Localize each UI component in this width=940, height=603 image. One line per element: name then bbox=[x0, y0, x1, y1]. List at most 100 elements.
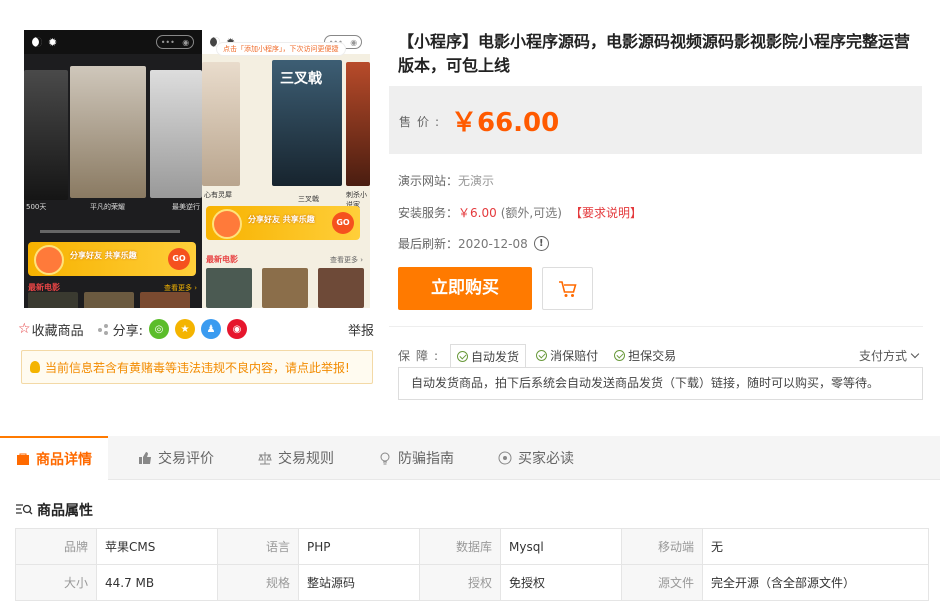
report-link[interactable]: 举报 bbox=[348, 320, 374, 339]
star-icon: ☆ bbox=[18, 321, 31, 337]
lightbulb-icon bbox=[30, 361, 40, 373]
service-note: (额外,可选) bbox=[500, 206, 562, 220]
price-box: 售价: ￥66.00 bbox=[389, 86, 922, 154]
attr-value: Mysql bbox=[500, 528, 622, 565]
movie-poster bbox=[84, 292, 134, 308]
info-icon[interactable]: ! bbox=[533, 236, 549, 251]
tab-label: 交易评价 bbox=[158, 451, 214, 467]
last-refresh-row: 最后刷新： 2020-12-08 ! bbox=[398, 235, 549, 252]
favorite-button[interactable]: ☆ 收藏商品 bbox=[18, 320, 84, 339]
qq-share-icon[interactable]: ♟ bbox=[200, 319, 221, 339]
search-list-icon bbox=[16, 504, 33, 515]
thumbs-up-icon bbox=[139, 452, 151, 464]
weibo-share-icon[interactable]: ◉ bbox=[226, 319, 247, 339]
scale-icon bbox=[258, 452, 272, 465]
movie-poster bbox=[140, 292, 190, 308]
tab-product-detail[interactable]: 商品详情 bbox=[0, 436, 108, 480]
attr-key: 源文件 bbox=[621, 564, 703, 601]
mascot-icon bbox=[212, 209, 242, 239]
guarantee-auto-delivery[interactable]: 自动发货 bbox=[450, 344, 527, 368]
product-image-gallery[interactable]: ✹ ••• ◉ 500天 平凡的荣耀 最美逆行 分享好友 共享乐趣 GO 最新电影… bbox=[24, 30, 370, 308]
share-banner: 分享好友 共享乐趣 GO bbox=[28, 242, 196, 276]
guarantee-escrow[interactable]: 担保交易 bbox=[608, 344, 682, 366]
share-banner: 分享好友 共享乐趣 GO bbox=[206, 206, 360, 240]
movie-poster bbox=[318, 268, 364, 308]
qzone-share-icon[interactable]: ★ bbox=[174, 319, 195, 339]
poster-title: 三叉戟 bbox=[280, 71, 322, 87]
attr-value: 无 bbox=[702, 528, 929, 565]
attributes-title-text: 商品属性 bbox=[37, 503, 93, 519]
attr-key: 移动端 bbox=[621, 528, 703, 565]
check-circle-icon bbox=[614, 349, 626, 361]
tab-label: 防骗指南 bbox=[398, 451, 454, 467]
sun-icon: ✹ bbox=[48, 35, 58, 49]
product-title: 【小程序】电影小程序源码，电影源码视频源码影视影院小程序完整运营版本，可包上线 bbox=[398, 32, 911, 75]
tab-anti-fraud[interactable]: 防骗指南 bbox=[378, 436, 454, 480]
share-label: 分享: bbox=[97, 320, 143, 339]
banner-text: 分享好友 共享乐趣 bbox=[248, 215, 315, 224]
movie-poster bbox=[202, 62, 240, 186]
guarantee-text: 消保赔付 bbox=[550, 348, 599, 363]
warning-text: 当前信息若含有黄赌毒等违法违规不良内容，请点此举报! bbox=[45, 360, 350, 375]
service-label: 安装服务： bbox=[398, 206, 459, 220]
tab-buyer-notice[interactable]: 买家必读 bbox=[498, 436, 574, 480]
attr-value: 苹果CMS bbox=[96, 528, 218, 565]
refresh-date: 2020-12-08 bbox=[458, 236, 528, 251]
share-text: 分享: bbox=[112, 323, 143, 339]
tab-reviews[interactable]: 交易评价 bbox=[138, 436, 214, 480]
attr-key: 品牌 bbox=[15, 528, 97, 565]
preview-screenshot-dark: ✹ ••• ◉ 500天 平凡的荣耀 最美逆行 分享好友 共享乐趣 GO 最新电影… bbox=[24, 30, 202, 308]
compass-icon bbox=[498, 451, 512, 465]
attr-value: PHP bbox=[298, 528, 420, 565]
demo-label: 演示网站： bbox=[398, 174, 459, 188]
movie-poster bbox=[150, 70, 202, 198]
report-warning[interactable]: 当前信息若含有黄赌毒等违法违规不良内容，请点此举报! bbox=[21, 350, 373, 384]
price-label: 售价: bbox=[399, 115, 446, 129]
attributes-table: 品牌 苹果CMS 语言 PHP 数据库 Mysql 移动端 无 大小 44.7 … bbox=[15, 528, 929, 601]
attributes-title: 商品属性 bbox=[15, 500, 93, 520]
cart-icon bbox=[558, 280, 577, 297]
mascot-icon bbox=[34, 245, 64, 275]
movie-poster bbox=[346, 62, 370, 186]
attr-value: 完全开源（含全部源文件） bbox=[702, 564, 929, 601]
tab-rules[interactable]: 交易规则 bbox=[258, 436, 334, 480]
favorite-label: 收藏商品 bbox=[31, 323, 84, 339]
attr-key: 语言 bbox=[217, 528, 299, 565]
demo-value: 无演示 bbox=[458, 174, 495, 188]
install-service-row: 安装服务： ￥6.00 (额外,可选) 【要求说明】 bbox=[398, 204, 642, 221]
wechat-share-icon[interactable]: ◎ bbox=[148, 319, 169, 339]
guarantee-label: 保障: bbox=[398, 348, 445, 363]
demo-site-row: 演示网站： 无演示 bbox=[398, 172, 494, 189]
share-icon bbox=[97, 323, 109, 335]
guarantee-compensation[interactable]: 消保赔付 bbox=[530, 344, 604, 366]
go-badge: GO bbox=[332, 212, 354, 234]
audio-progress bbox=[40, 230, 180, 233]
preview-screenshot-light: ✹ •••◉ 点击「添加小程序」，下次访问更便捷 三叉戟 心有灵犀 三叉戟 刺杀… bbox=[202, 30, 370, 308]
go-badge: GO bbox=[168, 248, 190, 270]
attr-key: 数据库 bbox=[419, 528, 501, 565]
chevron-down-icon bbox=[910, 349, 920, 358]
mini-program-topbar: ✹ •••◉ bbox=[24, 30, 202, 54]
payment-label: 支付方式 bbox=[858, 348, 907, 363]
more-link: 查看更多 › bbox=[330, 256, 364, 264]
add-to-cart-button[interactable] bbox=[542, 267, 593, 310]
movie-poster bbox=[206, 268, 252, 308]
service-requirements-link[interactable]: 【要求说明】 bbox=[570, 204, 642, 221]
attr-key: 大小 bbox=[15, 564, 97, 601]
check-circle-icon bbox=[457, 351, 469, 362]
movie-caption: 三叉戟 bbox=[298, 195, 319, 203]
section-title: 最新电影 bbox=[206, 255, 238, 264]
lightbulb-icon bbox=[380, 452, 390, 465]
guarantee-text: 担保交易 bbox=[628, 348, 677, 363]
banner-text: 分享好友 共享乐趣 bbox=[70, 251, 137, 260]
movie-poster bbox=[24, 70, 68, 200]
movie-poster: 三叉戟 bbox=[272, 60, 342, 186]
attr-key: 规格 bbox=[217, 564, 299, 601]
tab-label: 交易规则 bbox=[278, 451, 334, 467]
attr-key: 授权 bbox=[419, 564, 501, 601]
attr-value: 44.7 MB bbox=[96, 564, 218, 601]
movie-poster bbox=[262, 268, 308, 308]
moon-icon bbox=[32, 37, 42, 47]
payment-method-dropdown[interactable]: 支付方式 bbox=[858, 347, 920, 364]
buy-now-button[interactable]: 立即购买 bbox=[398, 267, 532, 310]
